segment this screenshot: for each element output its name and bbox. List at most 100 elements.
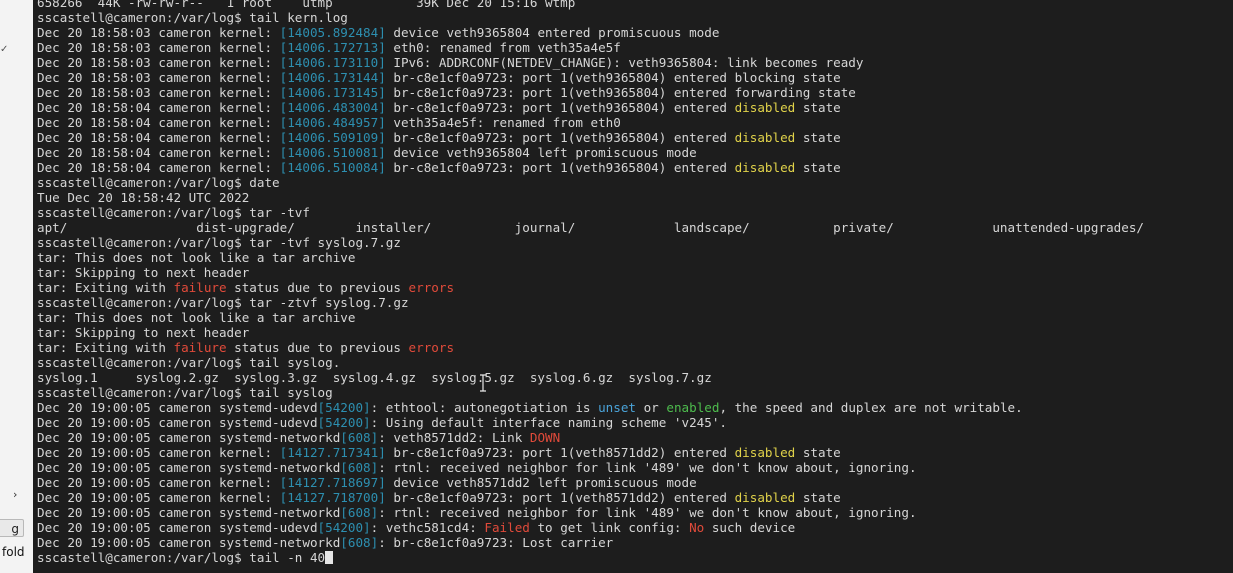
terminal-text-segment: enabled [666, 400, 720, 415]
terminal-window[interactable]: 658266 44K -rw-rw-r-- 1 root utmp 39K De… [33, 0, 1233, 573]
terminal-text-segment: [608] [340, 505, 379, 520]
terminal-text-segment: disabled [734, 445, 796, 460]
terminal-line: tar: Skipping to next header [37, 325, 1144, 340]
terminal-line: Dec 20 19:00:05 cameron kernel: [14127.7… [37, 490, 1144, 505]
terminal-line: Dec 20 18:58:03 cameron kernel: [14006.1… [37, 70, 1144, 85]
left-side-panel: ✓ › g fold [0, 0, 34, 573]
terminal-line: Dec 20 18:58:04 cameron kernel: [14006.4… [37, 115, 1144, 130]
terminal-text-segment: br-c8e1cf0a9723: port 1(veth8571dd2) ent… [385, 490, 735, 505]
terminal-text-segment: state [795, 100, 841, 115]
terminal-text-segment: tar: Exiting with [37, 280, 174, 295]
chevron-right-icon[interactable]: › [13, 488, 17, 501]
terminal-text-segment: or [636, 400, 667, 415]
terminal-line: Dec 20 18:58:04 cameron kernel: [14006.5… [37, 160, 1144, 175]
terminal-line: Dec 20 18:58:04 cameron kernel: [14006.5… [37, 145, 1144, 160]
terminal-line: Dec 20 19:00:05 cameron systemd-networkd… [37, 505, 1144, 520]
terminal-text-segment: sscastell@cameron:/var/log$ tar -tvf [37, 205, 310, 220]
terminal-output: 658266 44K -rw-rw-r-- 1 root utmp 39K De… [37, 0, 1144, 565]
terminal-text-segment: , the speed and duplex are not writable. [719, 400, 1023, 415]
text-cursor-ibeam-icon [480, 374, 486, 392]
terminal-text-segment: [54200] [317, 520, 371, 535]
terminal-text-segment: state [795, 130, 841, 145]
terminal-text-segment: sscastell@cameron:/var/log$ date [37, 175, 280, 190]
terminal-text-segment: [608] [340, 535, 379, 550]
terminal-text-segment: disabled [734, 160, 796, 175]
terminal-text-segment: apt/ dist-upgrade/ installer/ journal/ l… [37, 220, 1144, 235]
fold-label[interactable]: fold [2, 545, 25, 559]
terminal-text-segment: to get link config: [529, 520, 690, 535]
terminal-line: Dec 20 18:58:03 cameron kernel: [14006.1… [37, 85, 1144, 100]
terminal-text-segment: sscastell@cameron:/var/log$ tar -tvf sys… [37, 235, 401, 250]
terminal-text-segment: [14127.718697] [279, 475, 386, 490]
terminal-text-segment: Failed [484, 520, 530, 535]
terminal-line: tar: Exiting with failure status due to … [37, 340, 1144, 355]
terminal-text-segment: br-c8e1cf0a9723: port 1(veth9365804) ent… [385, 130, 735, 145]
terminal-line: apt/ dist-upgrade/ installer/ journal/ l… [37, 220, 1144, 235]
terminal-text-segment: device veth8571dd2 left promiscuous mode [385, 475, 697, 490]
terminal-line: Dec 20 19:00:05 cameron systemd-udevd[54… [37, 520, 1144, 535]
terminal-text-segment: errors [408, 280, 455, 295]
terminal-text-segment: Dec 20 18:58:04 cameron kernel: [37, 160, 280, 175]
terminal-text-segment: failure [173, 280, 227, 295]
terminal-text-segment: Dec 20 18:58:03 cameron kernel: [37, 55, 280, 70]
terminal-text-segment: br-c8e1cf0a9723: port 1(veth8571dd2) ent… [385, 445, 735, 460]
terminal-text-segment: Tue Dec 20 18:58:42 UTC 2022 [37, 190, 250, 205]
terminal-line: sscastell@cameron:/var/log$ tail kern.lo… [37, 10, 1144, 25]
terminal-text-segment: [14006.173144] [279, 70, 386, 85]
terminal-line: Dec 20 18:58:03 cameron kernel: [14006.1… [37, 40, 1144, 55]
terminal-text-segment: Dec 20 19:00:05 cameron systemd-udevd [37, 400, 318, 415]
terminal-text-segment: Dec 20 18:58:04 cameron kernel: [37, 145, 280, 160]
terminal-text-segment: sscastell@cameron:/var/log$ tail syslog. [37, 355, 341, 370]
terminal-line: tar: Exiting with failure status due to … [37, 280, 1144, 295]
terminal-text-segment: device veth9365804 left promiscuous mode [385, 145, 697, 160]
terminal-text-segment: status due to previous [226, 340, 409, 355]
terminal-line: tar: This does not look like a tar archi… [37, 250, 1144, 265]
terminal-text-segment: [608] [340, 460, 379, 475]
terminal-text-segment: [14127.718700] [279, 490, 386, 505]
terminal-text-segment: br-c8e1cf0a9723: port 1(veth9365804) ent… [385, 70, 841, 85]
panel-tick: ✓ [0, 44, 9, 55]
terminal-text-segment: state [795, 490, 841, 505]
terminal-text-segment: errors [408, 340, 455, 355]
terminal-text-segment: Dec 20 19:00:05 cameron kernel: [37, 445, 280, 460]
terminal-text-segment: eth0: renamed from veth35a4e5f [385, 40, 621, 55]
terminal-text-segment: br-c8e1cf0a9723: port 1(veth9365804) ent… [385, 100, 735, 115]
terminal-line: Dec 20 19:00:05 cameron kernel: [14127.7… [37, 445, 1144, 460]
terminal-text-segment: : veth8571dd2: Link [378, 430, 530, 445]
terminal-line: syslog.1 syslog.2.gz syslog.3.gz syslog.… [37, 370, 1144, 385]
terminal-line: Dec 20 18:58:03 cameron kernel: [14005.8… [37, 25, 1144, 40]
terminal-line: sscastell@cameron:/var/log$ tar -ztvf sy… [37, 295, 1144, 310]
terminal-line: Tue Dec 20 18:58:42 UTC 2022 [37, 190, 1144, 205]
terminal-text-segment: [54200] [317, 400, 371, 415]
terminal-text-segment: [14006.510081] [279, 145, 386, 160]
terminal-line: Dec 20 18:58:03 cameron kernel: [14006.1… [37, 55, 1144, 70]
terminal-text-segment: sscastell@cameron:/var/log$ tar -ztvf sy… [37, 295, 409, 310]
terminal-text-segment: state [795, 445, 841, 460]
terminal-text-segment: [14006.483004] [279, 100, 386, 115]
terminal-line: Dec 20 18:58:04 cameron kernel: [14006.4… [37, 100, 1144, 115]
terminal-text-segment: [14006.510084] [279, 160, 386, 175]
panel-button[interactable]: g [0, 519, 24, 537]
terminal-text-segment: syslog.1 syslog.2.gz syslog.3.gz syslog.… [37, 370, 712, 385]
terminal-text-segment: Dec 20 19:00:05 cameron kernel: [37, 475, 280, 490]
terminal-text-segment: IPv6: ADDRCONF(NETDEV_CHANGE): veth93658… [385, 55, 864, 70]
terminal-line: sscastell@cameron:/var/log$ date [37, 175, 1144, 190]
terminal-text-segment: tar: Exiting with [37, 340, 174, 355]
terminal-cursor [325, 551, 334, 564]
terminal-text-segment: : vethc581cd4: [370, 520, 485, 535]
terminal-text-segment: failure [173, 340, 227, 355]
terminal-text-segment: disabled [734, 130, 796, 145]
terminal-line: sscastell@cameron:/var/log$ tail syslog. [37, 355, 1144, 370]
terminal-text-segment: [54200] [317, 415, 371, 430]
terminal-text-segment: [14006.509109] [279, 130, 386, 145]
terminal-text-segment: disabled [734, 490, 796, 505]
terminal-line: Dec 20 19:00:05 cameron systemd-udevd[54… [37, 415, 1144, 430]
terminal-text-segment: : Using default interface naming scheme … [370, 415, 727, 430]
terminal-text-segment: sscastell@cameron:/var/log$ tail syslog [37, 385, 333, 400]
terminal-text-segment: Dec 20 18:58:03 cameron kernel: [37, 70, 280, 85]
terminal-text-segment: Dec 20 18:58:04 cameron kernel: [37, 100, 280, 115]
terminal-text-segment: tar: Skipping to next header [37, 325, 250, 340]
terminal-line: sscastell@cameron:/var/log$ tar -tvf [37, 205, 1144, 220]
terminal-text-segment: sscastell@cameron:/var/log$ tail -n 40 [37, 550, 326, 565]
terminal-text-segment: : rtnl: received neighbor for link '489'… [378, 505, 917, 520]
